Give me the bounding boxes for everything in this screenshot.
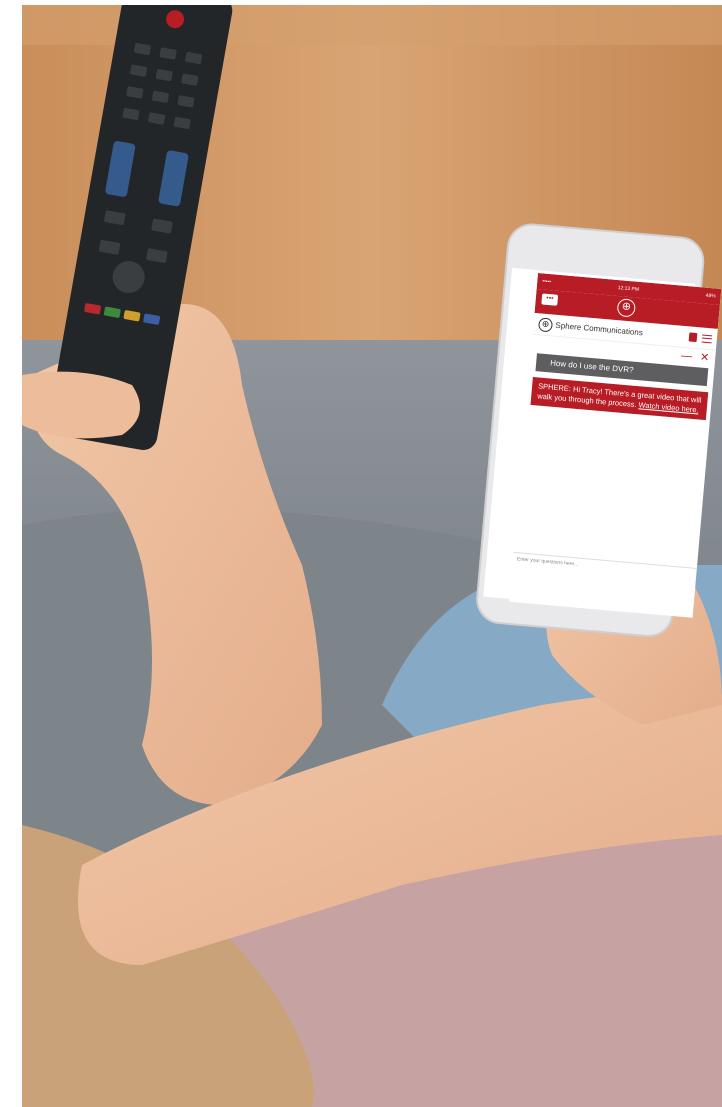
phone-screen: ••••• 12:13 PM 48% ••• ⊕ ⊕ Sphere Commun… <box>509 273 722 618</box>
chat-input[interactable]: Enter your questions here... <box>512 551 697 582</box>
lifestyle-photo: ••••• 12:13 PM 48% ••• ⊕ ⊕ Sphere Commun… <box>22 5 722 1107</box>
globe-icon: ⊕ <box>616 298 637 318</box>
left-margin <box>0 0 22 1107</box>
close-button[interactable]: ✕ <box>699 351 710 366</box>
lock-icon[interactable] <box>688 332 698 343</box>
chat-bubble-icon[interactable]: ••• <box>541 293 559 306</box>
photo-frame: ••••• 12:13 PM 48% ••• ⊕ ⊕ Sphere Commun… <box>0 0 722 1107</box>
brand-name: Sphere Communications <box>555 320 644 338</box>
battery-level: 48% <box>705 292 716 300</box>
minimize-button[interactable]: — <box>680 350 693 365</box>
globe-icon: ⊕ <box>537 316 554 332</box>
status-time: 12:13 PM <box>617 285 640 293</box>
hamburger-menu-icon[interactable] <box>701 334 713 343</box>
carrier-signal: ••••• <box>542 278 552 286</box>
